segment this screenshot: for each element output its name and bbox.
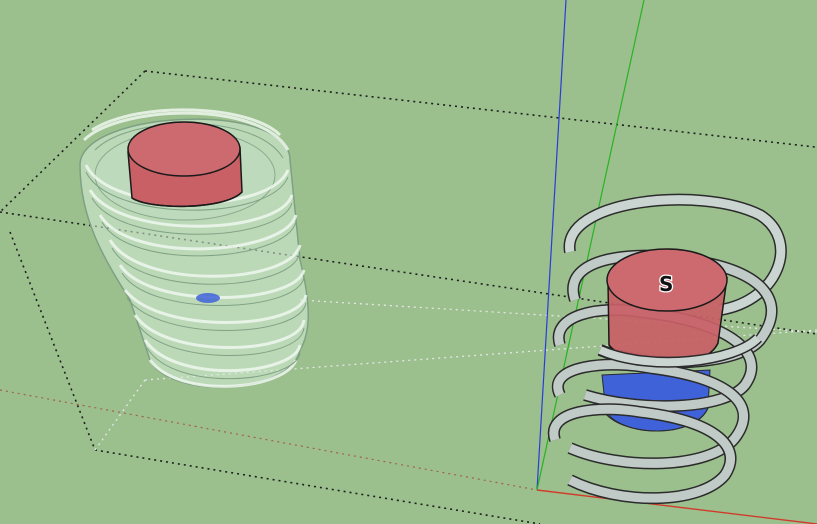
scene-canvas[interactable]: S bbox=[0, 0, 817, 524]
magnet-left-north[interactable] bbox=[127, 121, 243, 208]
magnet-right-north[interactable]: S bbox=[606, 248, 728, 366]
magnet-left-north-top bbox=[127, 121, 241, 177]
magnet-pole-label: S bbox=[659, 272, 673, 296]
coil-model-left[interactable] bbox=[79, 108, 309, 388]
bbox-edge-bottom-front bbox=[94, 449, 541, 524]
bbox-edge-left-vertical bbox=[9, 231, 96, 451]
coil-model-right[interactable]: S bbox=[547, 193, 787, 505]
bounding-box-axis-dash bbox=[0, 389, 538, 491]
magnet-left-south-pole bbox=[196, 293, 220, 303]
x-axis-negative-dotted bbox=[0, 389, 538, 491]
sketchup-3d-viewport[interactable]: S bbox=[0, 0, 817, 524]
